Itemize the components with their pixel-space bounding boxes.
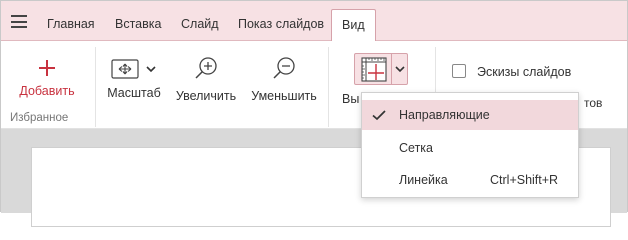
view-button-label: Вы [342, 92, 360, 106]
scale-button-label: Масштаб [107, 86, 161, 100]
add-button[interactable]: Добавить [17, 59, 77, 98]
zoom-in-icon [195, 57, 217, 79]
tab-insert[interactable]: Вставка [111, 1, 165, 41]
menu-item-label: Направляющие [399, 108, 490, 122]
checkmark-icon [372, 110, 386, 121]
fit-screen-icon [111, 59, 139, 79]
tab-slideshow[interactable]: Показ слайдов [234, 1, 328, 41]
add-button-label: Добавить [19, 84, 75, 98]
guides-dropdown-menu: Направляющие Сетка Линейка Ctrl+Shift+R [361, 92, 579, 198]
menu-item-ruler[interactable]: Линейка Ctrl+Shift+R [362, 165, 578, 195]
thumbnails-label: Эскизы слайдов [477, 65, 572, 79]
partial-option-label: тов [584, 96, 603, 110]
plus-icon [39, 60, 55, 76]
zoom-out-button[interactable]: Уменьшить [250, 56, 318, 103]
chevron-down-icon[interactable] [145, 63, 157, 75]
thumbnails-checkbox[interactable] [452, 64, 466, 78]
tab-slide[interactable]: Слайд [177, 1, 223, 41]
ribbon-tab-bar: Главная Вставка Слайд Показ слайдов Вид [1, 1, 627, 42]
scale-button[interactable]: Масштаб [105, 59, 163, 100]
zoom-out-label: Уменьшить [251, 89, 317, 103]
group-separator [95, 47, 96, 127]
favorites-group-label: Избранное [10, 112, 69, 124]
zoom-in-label: Увеличить [175, 89, 237, 103]
menu-item-shortcut: Ctrl+Shift+R [490, 173, 559, 187]
chevron-down-icon[interactable] [394, 63, 406, 75]
group-separator [328, 47, 329, 127]
tab-view[interactable]: Вид [331, 9, 376, 42]
tab-home[interactable]: Главная [43, 1, 99, 41]
guides-icon [361, 57, 387, 82]
app-window: Главная Вставка Слайд Показ слайдов Вид … [0, 0, 628, 227]
zoom-in-button[interactable]: Увеличить [176, 56, 236, 103]
menu-item-grid[interactable]: Сетка [362, 133, 578, 163]
guides-split-button[interactable] [354, 53, 408, 85]
menu-item-label: Линейка [399, 173, 448, 187]
menu-icon[interactable] [11, 15, 27, 28]
menu-item-guides[interactable]: Направляющие [362, 100, 578, 130]
zoom-out-icon [273, 57, 295, 79]
menu-item-label: Сетка [399, 141, 433, 155]
